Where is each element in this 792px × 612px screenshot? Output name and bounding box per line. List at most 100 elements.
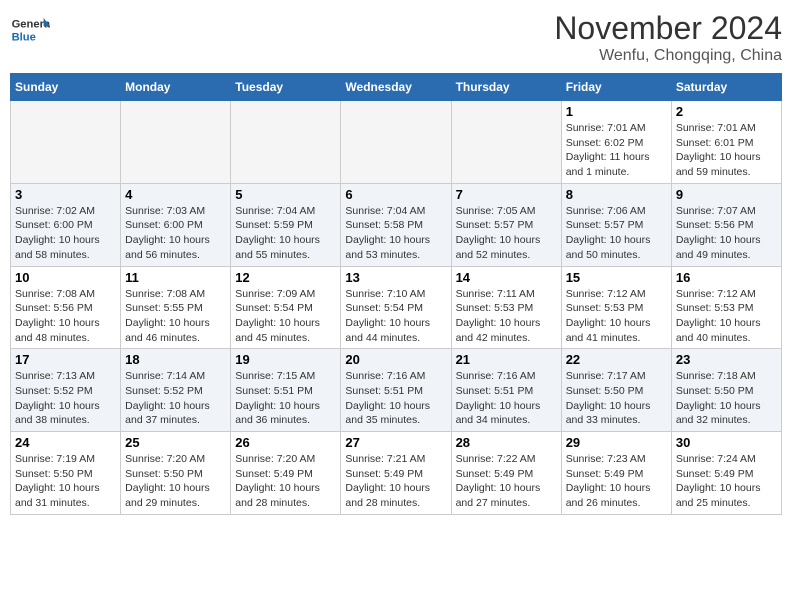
day-info-line: Daylight: 10 hours and 42 minutes. (456, 317, 541, 344)
day-info-line: Sunrise: 7:04 AM (235, 205, 315, 217)
day-info-line: Sunset: 5:57 PM (456, 219, 534, 231)
day-info: Sunrise: 7:04 AMSunset: 5:59 PMDaylight:… (235, 204, 336, 263)
day-info-line: Daylight: 10 hours and 27 minutes. (456, 482, 541, 509)
calendar-cell: 21 Sunrise: 7:16 AMSunset: 5:51 PMDayligh… (451, 349, 561, 432)
day-info-line: Sunrise: 7:12 AM (566, 288, 646, 300)
day-number: 14 (456, 270, 557, 285)
day-number: 29 (566, 435, 667, 450)
day-info-line: Daylight: 10 hours and 28 minutes. (235, 482, 320, 509)
day-info: Sunrise: 7:20 AMSunset: 5:49 PMDaylight:… (235, 452, 336, 511)
day-info: Sunrise: 7:23 AMSunset: 5:49 PMDaylight:… (566, 452, 667, 511)
day-info-line: Daylight: 10 hours and 32 minutes. (676, 400, 761, 427)
calendar-cell: 7Sunrise: 7:05 AMSunset: 5:57 PMDaylight… (451, 183, 561, 266)
day-info-line: Daylight: 10 hours and 40 minutes. (676, 317, 761, 344)
day-info-line: Sunset: 6:01 PM (676, 137, 754, 149)
day-info: Sunrise: 7:15 AMSunset: 5:51 PMDaylight:… (235, 369, 336, 428)
weekday-header-saturday: Saturday (671, 74, 781, 101)
calendar-cell: 10Sunrise: 7:08 AMSunset: 5:56 PMDayligh… (11, 266, 121, 349)
day-number: 2 (676, 104, 777, 119)
day-info-line: Sunrise: 7:12 AM (676, 288, 756, 300)
day-info-line: Sunrise: 7:14 AM (125, 370, 205, 382)
day-info-line: Sunset: 5:50 PM (125, 468, 203, 480)
weekday-header-friday: Friday (561, 74, 671, 101)
day-info-line: Daylight: 10 hours and 31 minutes. (15, 482, 100, 509)
day-number: 26 (235, 435, 336, 450)
day-info-line: Daylight: 10 hours and 44 minutes. (345, 317, 430, 344)
calendar-table: SundayMondayTuesdayWednesdayThursdayFrid… (10, 73, 782, 515)
day-info-line: Sunset: 5:53 PM (676, 302, 754, 314)
day-number: 17 (15, 352, 116, 367)
day-number: 18 (125, 352, 226, 367)
day-info-line: Sunrise: 7:07 AM (676, 205, 756, 217)
calendar-week-2: 3 Sunrise: 7:02 AM Sunset: 6:00 PM Daylight… (11, 183, 782, 266)
day-info-line: Sunset: 5:56 PM (676, 219, 754, 231)
day-number: 16 (676, 270, 777, 285)
day-info: Sunrise: 7:12 AMSunset: 5:53 PMDaylight:… (566, 287, 667, 346)
calendar-cell (451, 101, 561, 184)
day-info-line: Daylight: 10 hours and 58 minutes. (15, 234, 100, 261)
calendar-cell: 18Sunrise: 7:14 AMSunset: 5:52 PMDayligh… (121, 349, 231, 432)
day-info-line: Sunrise: 7:17 AM (566, 370, 646, 382)
calendar-cell: 6Sunrise: 7:04 AMSunset: 5:58 PMDaylight… (341, 183, 451, 266)
calendar-cell: 2 Sunrise: 7:01 AMSunset: 6:01 PMDaylight… (671, 101, 781, 184)
calendar-cell (341, 101, 451, 184)
calendar-cell: 26 Sunrise: 7:20 AMSunset: 5:49 PMDayligh… (231, 432, 341, 515)
calendar-cell: 11Sunrise: 7:08 AMSunset: 5:55 PMDayligh… (121, 266, 231, 349)
day-info: Sunrise: 7:18 AMSunset: 5:50 PMDaylight:… (676, 369, 777, 428)
calendar-cell: 4Sunrise: 7:03 AMSunset: 6:00 PMDaylight… (121, 183, 231, 266)
day-info: Sunrise: 7:24 AMSunset: 5:49 PMDaylight:… (676, 452, 777, 511)
day-info-line: Sunset: 5:56 PM (15, 302, 93, 314)
day-info: Sunrise: 7:11 AM Sunset: 5:53 PM Daylight:… (456, 287, 557, 346)
weekday-header-sunday: Sunday (11, 74, 121, 101)
day-info-line: Daylight: 10 hours and 28 minutes. (345, 482, 430, 509)
day-info-line: Sunrise: 7:05 AM (456, 205, 536, 217)
calendar-cell: 24 Sunrise: 7:19 AMSunset: 5:50 PMDayligh… (11, 432, 121, 515)
day-info: Sunrise: 7:10 AMSunset: 5:54 PMDaylight:… (345, 287, 446, 346)
day-info: Sunrise: 7:19 AMSunset: 5:50 PMDaylight:… (15, 452, 116, 511)
page-header: General Blue November 2024 Wenfu, Chongq… (10, 10, 782, 65)
month-title: November 2024 (554, 10, 782, 47)
day-info-line: Daylight: 10 hours and 41 minutes. (566, 317, 651, 344)
day-info-line: Sunrise: 7:09 AM (235, 288, 315, 300)
day-info-line: Daylight: 10 hours and 35 minutes. (345, 400, 430, 427)
day-info-line: Sunset: 5:50 PM (676, 385, 754, 397)
day-info-line: Daylight: 10 hours and 53 minutes. (345, 234, 430, 261)
day-info-line: Daylight: 10 hours and 48 minutes. (15, 317, 100, 344)
day-info: Sunrise: 7:20 AMSunset: 5:50 PMDaylight:… (125, 452, 226, 511)
day-info: Sunrise: 7:01 AMSunset: 6:01 PMDaylight:… (676, 121, 777, 180)
day-info-line: Sunrise: 7:08 AM (15, 288, 95, 300)
day-info-line: Sunset: 6:00 PM (125, 219, 203, 231)
calendar-cell: 15Sunrise: 7:12 AMSunset: 5:53 PMDayligh… (561, 266, 671, 349)
day-info-line: Sunset: 5:51 PM (235, 385, 313, 397)
day-number: 3 (15, 187, 116, 202)
calendar-week-1: 1Sunrise: 7:01 AMSunset: 6:02 PMDaylight… (11, 101, 782, 184)
day-info-line: Daylight: 10 hours and 46 minutes. (125, 317, 210, 344)
calendar-cell: 19Sunrise: 7:15 AMSunset: 5:51 PMDayligh… (231, 349, 341, 432)
day-info-line: Sunrise: 7:21 AM (345, 453, 425, 465)
calendar-body: 1Sunrise: 7:01 AMSunset: 6:02 PMDaylight… (11, 101, 782, 515)
calendar-cell: 30Sunrise: 7:24 AMSunset: 5:49 PMDayligh… (671, 432, 781, 515)
day-info-line: Sunrise: 7:10 AM (345, 288, 425, 300)
day-number: 21 (456, 352, 557, 367)
day-number: 24 (15, 435, 116, 450)
calendar-cell: 5 Sunrise: 7:04 AMSunset: 5:59 PMDaylight… (231, 183, 341, 266)
day-info: Sunrise: 7:17 AMSunset: 5:50 PMDaylight:… (566, 369, 667, 428)
day-info-line: Daylight: 10 hours and 33 minutes. (566, 400, 651, 427)
day-info-line: Sunrise: 7:24 AM (676, 453, 756, 465)
day-info-line: Daylight: 11 hours and 1 minute. (566, 151, 650, 178)
day-number: 5 (235, 187, 336, 202)
day-info-line: Sunrise: 7:11 AM (456, 288, 535, 300)
day-info: Sunrise: 7:01 AMSunset: 6:02 PMDaylight:… (566, 121, 667, 180)
day-info: Sunrise: 7:16 AMSunset: 5:51 PMDaylight:… (456, 369, 557, 428)
day-info-line: Sunset: 5:55 PM (125, 302, 203, 314)
day-info: Sunrise: 7:21 AMSunset: 5:49 PMDaylight:… (345, 452, 446, 511)
day-number: 25 (125, 435, 226, 450)
day-info-line: Daylight: 10 hours and 25 minutes. (676, 482, 761, 509)
day-info-line: Sunset: 5:53 PM (456, 302, 534, 314)
calendar-cell: 28Sunrise: 7:22 AMSunset: 5:49 PMDayligh… (451, 432, 561, 515)
day-info-line: Sunrise: 7:02 AM (15, 205, 95, 217)
day-info-line: Sunrise: 7:16 AM (456, 370, 536, 382)
calendar-cell (121, 101, 231, 184)
day-info: Sunrise: 7:22 AMSunset: 5:49 PMDaylight:… (456, 452, 557, 511)
day-info-line: Sunset: 6:02 PM (566, 137, 644, 149)
